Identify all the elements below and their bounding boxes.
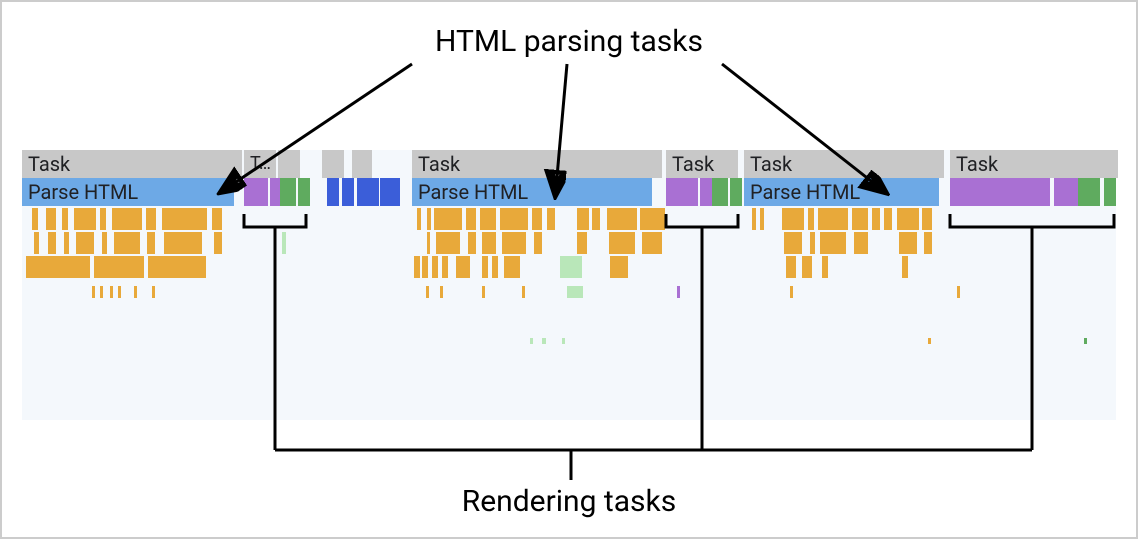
label-bottom: Rendering tasks <box>2 484 1136 519</box>
render-segment <box>1078 178 1100 206</box>
task-sliver <box>332 150 344 178</box>
tiny-segment <box>367 178 379 206</box>
render-segment <box>280 178 296 206</box>
tiny-segment <box>327 178 339 206</box>
render-segment <box>244 178 268 206</box>
render-segment <box>700 178 712 206</box>
task-sliver <box>360 150 372 178</box>
performance-trace: Task T… Task Task Task Task Parse HTML <box>22 150 1116 420</box>
task-segment: Task <box>744 150 944 178</box>
task-segment-trunc: T… <box>244 150 276 178</box>
render-segment <box>1066 178 1078 206</box>
main-row: Parse HTML Parse HTML Parse HTML <box>22 178 1116 206</box>
parse-html-segment: Parse HTML <box>412 178 652 206</box>
task-segment: Task <box>412 150 662 178</box>
task-row: Task T… Task Task Task Task <box>22 150 1116 178</box>
render-segment <box>950 178 1050 206</box>
task-sliver <box>288 150 300 178</box>
task-segment: Task <box>950 150 1118 178</box>
render-segment <box>712 178 728 206</box>
task-segment: Task <box>22 150 242 178</box>
diagram-frame: HTML parsing tasks Task T… Task Task Tas… <box>0 0 1138 539</box>
render-segment <box>666 178 698 206</box>
tiny-segment <box>388 178 400 206</box>
render-segment <box>298 178 310 206</box>
tiny-segment <box>342 178 354 206</box>
task-segment: Task <box>666 150 738 178</box>
render-segment <box>1104 178 1116 206</box>
parse-html-segment: Parse HTML <box>744 178 939 206</box>
render-segment <box>1054 178 1066 206</box>
sub-band-area <box>22 208 1116 418</box>
render-segment <box>730 178 742 206</box>
parse-html-segment: Parse HTML <box>22 178 234 206</box>
label-top: HTML parsing tasks <box>2 24 1136 59</box>
